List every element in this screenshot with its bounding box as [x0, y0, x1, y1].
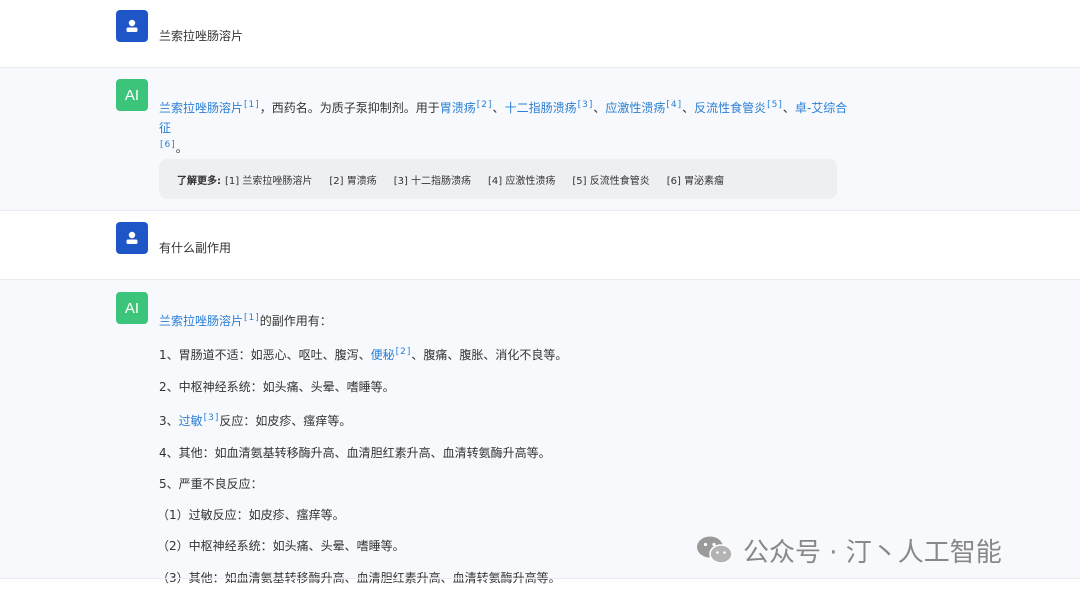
learn-more-item-4[interactable]: [4] 应激性溃疡 — [488, 172, 555, 187]
watermark-text: 公众号 · 汀丶人工智能 — [743, 537, 1002, 568]
ref-3[interactable]: [3] — [578, 100, 594, 110]
learn-more-box: 了解更多: [1] 兰索拉唑肠溶片 [2] 胃溃疡 [3] 十二指肠溃疡 [4]… — [159, 159, 837, 199]
answer-line-4: 4、其他：如血清氨基转移酶升高、血清胆红素升高、血清转氨酶升高等。 — [159, 446, 551, 460]
user-icon — [126, 231, 138, 244]
answer-intro: 兰索拉唑肠溶片[1]的副作用有： — [159, 313, 332, 329]
user-message-row-1: 兰索拉唑肠溶片 — [0, 0, 1080, 67]
link-reflux-esophagitis[interactable]: 反流性食管炎 — [694, 101, 766, 115]
ref-2[interactable]: [2] — [477, 100, 493, 110]
user-avatar — [116, 10, 148, 42]
user-icon — [126, 19, 138, 32]
link-lansoprazole[interactable]: 兰索拉唑肠溶片 — [159, 314, 243, 328]
link-lansoprazole[interactable]: 兰索拉唑肠溶片 — [159, 101, 243, 115]
ref-3[interactable]: [3] — [204, 413, 220, 423]
answer-line-7: （2）中枢神经系统：如头痛、头晕、嗜睡等。 — [157, 539, 405, 553]
answer-line-1: 1、胃肠道不适：如恶心、呕吐、腹泻、便秘[2]、腹痛、腹胀、消化不良等。 — [159, 347, 568, 363]
learn-more-label: 了解更多: — [177, 175, 221, 187]
ai-avatar: AI — [116, 79, 148, 111]
user-avatar — [116, 222, 148, 254]
answer-line-2: 2、中枢神经系统：如头痛、头晕、嗜睡等。 — [159, 380, 395, 394]
ai-avatar: AI — [116, 292, 148, 324]
answer-line-6: （1）过敏反应：如皮疹、瘙痒等。 — [157, 508, 345, 522]
learn-more-item-1[interactable]: [1] 兰索拉唑肠溶片 — [225, 172, 312, 187]
user-question-1: 兰索拉唑肠溶片 — [159, 29, 244, 43]
ref-1[interactable]: [1] — [244, 313, 260, 323]
ref-4[interactable]: [4] — [666, 100, 682, 110]
learn-more-item-6[interactable]: [6] 胃泌素瘤 — [667, 172, 724, 187]
learn-more-item-3[interactable]: [3] 十二指肠溃疡 — [394, 172, 471, 187]
learn-more-item-5[interactable]: [5] 反流性食管炎 — [572, 172, 649, 187]
answer-line-3: 3、过敏[3]反应：如皮疹、瘙痒等。 — [159, 413, 352, 429]
user-question-2: 有什么副作用 — [159, 241, 232, 255]
ref-1[interactable]: [1] — [244, 100, 260, 110]
ai-answer-1: 兰索拉唑肠溶片[1]，西药名。为质子泵抑制剂。用于胃溃疡[2]、十二指肠溃疡[3… — [159, 100, 848, 156]
answer-line-5: 5、严重不良反应： — [159, 477, 263, 491]
ref-5[interactable]: [5] — [767, 100, 783, 110]
ref-6[interactable]: [6] — [160, 140, 176, 150]
divider — [0, 578, 1080, 579]
link-duodenal-ulcer[interactable]: 十二指肠溃疡 — [505, 101, 577, 115]
link-allergy[interactable]: 过敏 — [179, 414, 203, 428]
link-constipation[interactable]: 便秘 — [371, 348, 395, 362]
learn-more-item-2[interactable]: [2] 胃溃疡 — [329, 172, 376, 187]
watermark: 公众号 · 汀丶人工智能 — [695, 530, 1002, 570]
link-stress-ulcer[interactable]: 应激性溃疡 — [605, 101, 665, 115]
user-message-row-2: 有什么副作用 — [0, 211, 1080, 279]
wechat-icon — [697, 536, 733, 564]
ref-2[interactable]: [2] — [396, 347, 412, 357]
link-gastric-ulcer[interactable]: 胃溃疡 — [440, 101, 476, 115]
